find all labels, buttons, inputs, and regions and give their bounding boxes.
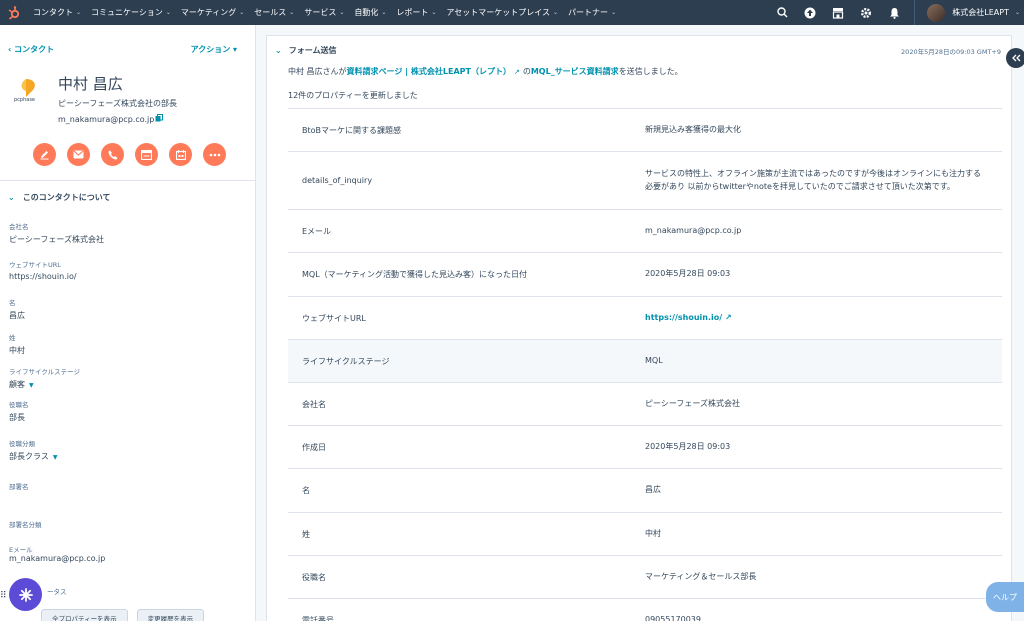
contact-name: 中村 昌広 (58, 75, 123, 93)
caret-down-icon[interactable]: ▼ (53, 454, 58, 461)
view-all-properties-button[interactable]: 全プロパティーを表示 (41, 609, 128, 621)
copy-icon[interactable] (155, 114, 163, 124)
chevron-down-icon: ⌄ (239, 9, 245, 16)
nav-partner[interactable]: パートナー ⌄ (563, 0, 621, 25)
table-row: MQL（マーケティング活動で獲得した見込み客）になった日付 2020年5月28日 … (288, 252, 1002, 296)
nav-contacts[interactable]: コンタクト ⌄ (28, 0, 86, 25)
external-link-icon[interactable]: ↗ (725, 313, 732, 322)
nav-sales[interactable]: セールス ⌄ (249, 0, 299, 25)
chevron-down-icon[interactable]: ⌄ (1015, 9, 1020, 16)
submission-timestamp: 2020年5月28日の09:03 GMT+9 (901, 48, 1001, 56)
submission-summary: 中村 昌広さんが資料請求ページ | 株式会社LEAPT（レプト） ↗ のMQL_サー… (288, 67, 683, 76)
contact-job-title: ピーシーフェーズ株式会社の部長 (58, 99, 177, 108)
table-row: details_of_inquiry サービスの特性上、オフライン施策が主流ではあ… (288, 151, 1002, 209)
form-link[interactable]: MQL_サービス資料請求 (531, 67, 619, 76)
top-navigation: コンタクト ⌄ コミュニケーション ⌄ マーケティング ⌄ セールス ⌄ サービス ⌄ 自… (0, 0, 1024, 25)
submitted-properties-table: BtoBマーケに関する課題感 新規見込み客獲得の最大化 details_of_in… (288, 108, 1002, 621)
updated-properties-count: 12件のプロパティーを更新しました (288, 91, 418, 100)
collapse-sidebar-button[interactable] (1006, 48, 1024, 68)
external-link-icon[interactable]: ↗ (514, 68, 520, 76)
property-job-title[interactable]: 役職名 部長 (9, 399, 29, 423)
table-row: 作成日 2020年5月28日 09:03 (288, 425, 1002, 468)
nav-service[interactable]: サービス ⌄ (299, 0, 349, 25)
nav-reports[interactable]: レポート ⌄ (391, 0, 441, 25)
property-email[interactable]: Eメール m_nakamura@pcp.co.jp (9, 544, 105, 563)
property-job-category[interactable]: 役職分類 部長クラス ▼ (9, 438, 57, 462)
property-department-category[interactable]: 部署名分類 (9, 519, 42, 532)
table-row: Eメール m_nakamura@pcp.co.jp (288, 209, 1002, 252)
chevron-down-icon: ⌄ (611, 9, 617, 16)
search-icon[interactable] (768, 0, 796, 25)
landing-page-link[interactable]: 資料請求ページ | 株式会社LEAPT（レプト） (347, 67, 511, 76)
chevron-down-icon: ⌄ (289, 9, 295, 16)
nav-automation[interactable]: 自動化 ⌄ (349, 0, 391, 25)
chevron-down-icon: ⌄ (165, 9, 171, 16)
table-row: 名昌広 (288, 468, 1002, 512)
marketplace-icon[interactable] (824, 0, 852, 25)
chevron-down-icon: ⌄ (553, 9, 559, 16)
table-row: 電話番号 09055170039 (288, 598, 1002, 621)
property-first-name[interactable]: 名 昌広 (9, 297, 25, 321)
note-icon[interactable] (33, 143, 56, 166)
chevron-down-icon: ⌄ (76, 9, 82, 16)
chevron-down-icon: ⌄ (8, 193, 15, 202)
table-row: 役職名 マーケティング＆セールス部長 (288, 555, 1002, 598)
property-company[interactable]: 会社名 ピーシーフェーズ株式会社 (9, 221, 104, 245)
form-submission-toggle[interactable]: ⌄ フォーム送信 (275, 45, 336, 56)
table-row: 姓中村 (288, 512, 1002, 555)
nav-marketing[interactable]: マーケティング ⌄ (176, 0, 249, 25)
view-history-button[interactable]: 変更履歴を表示 (136, 609, 205, 621)
sidebar-divider (0, 180, 255, 181)
company-logo-text: pcphase (14, 97, 36, 103)
property-lead-status-label: ータス (47, 588, 67, 596)
upgrade-icon[interactable] (796, 0, 824, 25)
chevron-down-icon: ⌄ (339, 9, 345, 16)
property-website[interactable]: ウェブサイトURL https://shouin.io/ (9, 259, 77, 281)
chat-widget-button[interactable] (9, 578, 42, 611)
table-row: 会社名 ピーシーフェーズ株式会社 (288, 382, 1002, 425)
table-row: BtoBマーケに関する課題感 新規見込み客獲得の最大化 (288, 108, 1002, 151)
help-button[interactable]: ヘルプ (986, 582, 1024, 612)
chevron-down-icon: ⌄ (381, 9, 387, 16)
chevron-down-icon: ⌄ (275, 46, 282, 55)
actions-dropdown[interactable]: アクション ▾ (191, 44, 237, 55)
table-row: ライフサイクルステージ MQL (288, 339, 1002, 382)
caret-down-icon[interactable]: ▼ (29, 382, 34, 389)
more-icon[interactable] (203, 143, 226, 166)
nav-asset-marketplace[interactable]: アセットマーケットプレイス ⌄ (441, 0, 563, 25)
property-last-name[interactable]: 姓 中村 (9, 332, 25, 356)
website-link[interactable]: https://shouin.io/ (645, 313, 722, 322)
drag-handle-icon[interactable]: ⠿ (0, 591, 7, 601)
nav-divider (914, 0, 916, 25)
log-activity-icon[interactable] (135, 143, 158, 166)
chevron-down-icon: ⌄ (431, 9, 437, 16)
account-name[interactable]: 株式会社LEAPT (952, 7, 1009, 18)
user-avatar[interactable] (927, 3, 946, 22)
call-icon[interactable] (101, 143, 124, 166)
property-lifecycle-stage[interactable]: ライフサイクルステージ 顧客 ▼ (9, 366, 80, 390)
meeting-icon[interactable] (169, 143, 192, 166)
contact-email: m_nakamura@pcp.co.jp (58, 115, 155, 124)
settings-icon[interactable] (852, 0, 880, 25)
contact-sidebar: ‹ コンタクト アクション ▾ pcphase 中村 昌広 ピーシーフェーズ株式… (0, 25, 256, 621)
property-department[interactable]: 部署名 (9, 481, 29, 494)
email-icon[interactable] (67, 143, 90, 166)
table-row: ウェブサイトURL https://shouin.io/ ↗ (288, 296, 1002, 339)
form-submission-card: ⌄ フォーム送信 2020年5月28日の09:03 GMT+9 中村 昌広さんが資… (266, 35, 1012, 621)
nav-conversations[interactable]: コミュニケーション ⌄ (86, 0, 176, 25)
hubspot-logo-icon[interactable] (0, 0, 28, 25)
about-section-toggle[interactable]: ⌄ このコンタクトについて (8, 192, 110, 203)
breadcrumb-contacts[interactable]: ‹ コンタクト (8, 44, 54, 55)
notifications-icon[interactable] (880, 0, 908, 25)
